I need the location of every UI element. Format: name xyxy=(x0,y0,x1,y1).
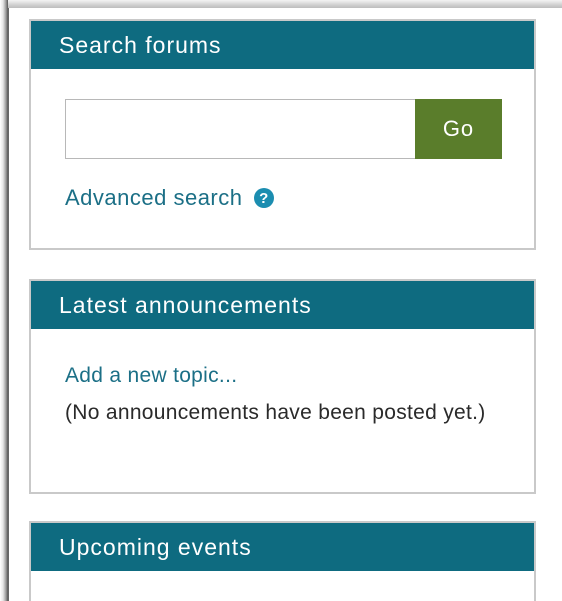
search-input[interactable] xyxy=(65,99,417,159)
latest-announcements-header: Latest announcements xyxy=(31,281,534,329)
upcoming-events-header: Upcoming events xyxy=(31,523,534,571)
advanced-search-label: Advanced search xyxy=(65,185,243,210)
upcoming-events-block: Upcoming events xyxy=(29,521,536,601)
window-top-edge xyxy=(8,0,562,8)
no-announcements-message: (No announcements have been posted yet.) xyxy=(65,401,486,424)
go-button[interactable]: Go xyxy=(415,99,502,159)
window-left-edge xyxy=(0,0,9,601)
page: Search forums Go Advanced search ? Lates… xyxy=(0,0,562,601)
search-forums-header: Search forums xyxy=(31,21,534,69)
advanced-search-link[interactable]: Advanced search ? xyxy=(65,185,275,211)
svg-text:?: ? xyxy=(259,190,269,207)
add-new-topic-link[interactable]: Add a new topic... xyxy=(65,357,505,394)
search-row: Go xyxy=(65,99,502,159)
announcements-body: Add a new topic... (No announcements hav… xyxy=(65,357,505,431)
search-forums-block: Search forums Go Advanced search ? xyxy=(29,19,536,250)
latest-announcements-block: Latest announcements Add a new topic... … xyxy=(29,279,536,494)
help-icon[interactable]: ? xyxy=(253,187,275,209)
